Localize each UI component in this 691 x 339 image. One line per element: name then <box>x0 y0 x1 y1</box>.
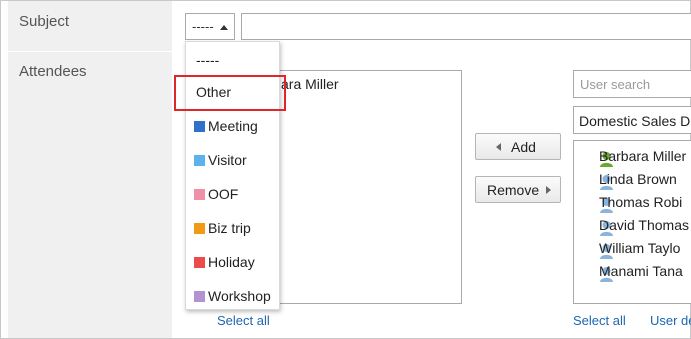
users-select-all-link[interactable]: Select all <box>573 313 626 328</box>
dropdown-option-label: Holiday <box>208 254 255 270</box>
attendee-list[interactable]: ara Miller <box>272 70 462 304</box>
dropdown-option-label: Meeting <box>208 118 258 134</box>
color-swatch-icon <box>194 257 205 268</box>
color-swatch-icon <box>194 189 205 200</box>
dropdown-option[interactable]: Workshop <box>186 281 279 311</box>
highlight-box <box>174 75 286 111</box>
user-name: Thomas Robi <box>599 194 683 210</box>
dropdown-option[interactable]: ----- <box>186 45 279 75</box>
dropdown-option-label: Visitor <box>208 152 247 168</box>
dropdown-option-label: Workshop <box>208 288 271 304</box>
dropdown-option[interactable]: Meeting <box>186 111 279 141</box>
user-name: Barbara Miller <box>599 148 687 164</box>
attendees-label: Attendees <box>19 63 87 80</box>
user-details-link[interactable]: User de <box>650 313 691 328</box>
color-swatch-icon <box>194 121 205 132</box>
user-name: Linda Brown <box>599 171 677 187</box>
attendee-item[interactable]: ara Miller <box>281 76 339 92</box>
color-swatch-icon <box>194 291 205 302</box>
user-name: William Taylo <box>599 240 681 256</box>
event-type-select[interactable]: ----- <box>185 13 235 40</box>
dropdown-option[interactable]: Visitor <box>186 145 279 175</box>
group-select[interactable]: Domestic Sales D <box>573 106 691 134</box>
dropdown-option[interactable]: Biz trip <box>186 213 279 243</box>
dropdown-option[interactable]: Holiday <box>186 247 279 277</box>
color-swatch-icon <box>194 223 205 234</box>
caret-up-icon <box>220 25 228 30</box>
subject-label-cell: Subject <box>8 1 172 51</box>
arrow-right-icon <box>546 186 551 194</box>
user-name: David Thomas <box>599 217 690 233</box>
attendees-label-cell: Attendees <box>8 52 172 338</box>
event-type-value: ----- <box>192 19 214 34</box>
remove-button[interactable]: Remove <box>475 176 561 203</box>
user-list[interactable]: Barbara Miller Linda Brown Thomas Robi Davi… <box>573 140 691 304</box>
subject-input[interactable] <box>241 13 691 40</box>
dropdown-option[interactable]: OOF <box>186 179 279 209</box>
dropdown-option-label: Biz trip <box>208 220 251 236</box>
user-name: Manami Tana <box>599 263 683 279</box>
arrow-left-icon <box>496 143 501 151</box>
subject-label: Subject <box>19 13 70 30</box>
add-button[interactable]: Add <box>475 133 561 160</box>
attendees-select-all-link[interactable]: Select all <box>217 313 270 328</box>
dropdown-option-label: OOF <box>208 186 239 202</box>
dropdown-option-label: ----- <box>196 52 220 68</box>
color-swatch-icon <box>194 155 205 166</box>
user-search-input[interactable] <box>580 77 690 92</box>
user-search-field[interactable] <box>573 70 691 98</box>
group-select-value: Domestic Sales D <box>579 113 691 129</box>
